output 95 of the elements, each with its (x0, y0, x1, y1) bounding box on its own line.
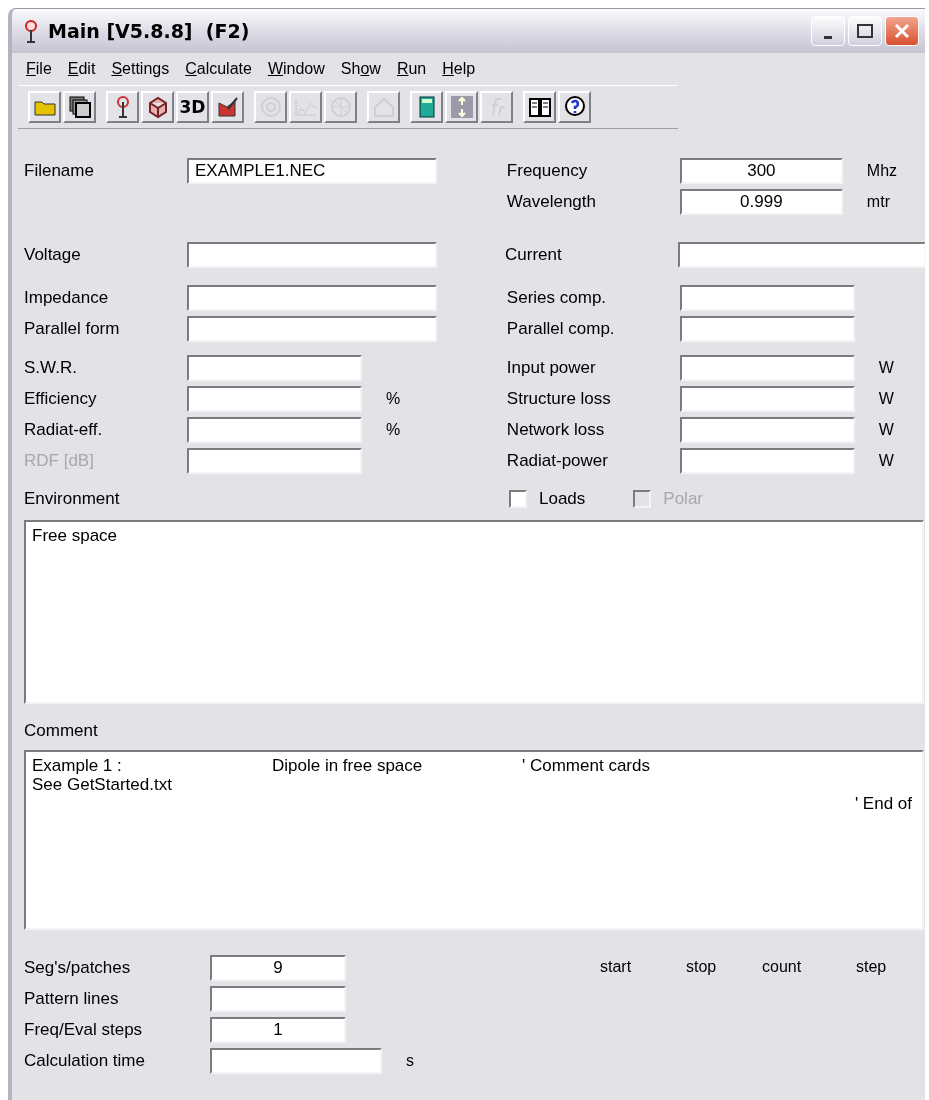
menu-item[interactable]: Settings (103, 60, 178, 78)
toolbar-button[interactable] (558, 91, 591, 123)
text-field[interactable] (679, 416, 855, 443)
field-label: Structure loss (506, 388, 612, 409)
minimize-icon (824, 35, 832, 39)
unit-label: W (878, 389, 894, 408)
comment-text: ' End of (854, 794, 912, 813)
field-label: Series comp. (506, 287, 608, 308)
unit-label: mtr (866, 192, 890, 211)
environment-text-area[interactable]: Free space (24, 520, 924, 704)
menu-item[interactable]: File (18, 60, 60, 78)
text-field[interactable] (187, 241, 437, 268)
unit-label: W (878, 420, 894, 439)
text-field[interactable] (210, 985, 346, 1012)
text-field[interactable]: EXAMPLE1.NEC (187, 157, 437, 184)
text-field[interactable]: 300 (679, 157, 843, 184)
comment-text-area[interactable]: Example 1 : Dipole in free space ' Comment cards See GetStarted.txt ' End of (24, 750, 924, 930)
antenna-icon (22, 19, 40, 43)
menu-item[interactable]: Run (388, 60, 435, 78)
field-label: Radiat-power (506, 450, 609, 471)
close-icon (894, 23, 910, 39)
toolbar-button[interactable] (211, 91, 244, 123)
toolbar-button[interactable] (410, 91, 443, 123)
comment-text: Example 1 : (32, 756, 123, 775)
field-label: Current (505, 244, 563, 265)
text-field[interactable] (187, 354, 362, 381)
unit-label: Mhz (866, 161, 898, 180)
chart-pencil-icon (215, 95, 240, 119)
comment-text: Dipole in free space (272, 756, 424, 775)
field-label: Parallel form (24, 318, 121, 339)
column-heading: start (600, 958, 633, 976)
maximize-icon (857, 24, 873, 38)
field-label: Parallel comp. (506, 318, 616, 339)
maximize-button[interactable] (848, 16, 882, 46)
text-field[interactable] (187, 385, 362, 412)
field-label: Network loss (506, 419, 606, 440)
toolbar-button[interactable] (141, 91, 174, 123)
field-label: Seg's/patches (24, 957, 132, 978)
field-label: Freq/Eval steps (24, 1019, 144, 1040)
field-label: Voltage (24, 244, 82, 265)
field-label: Impedance (24, 287, 110, 308)
toolbar-button[interactable] (523, 91, 556, 123)
menu-item[interactable]: Window (259, 60, 333, 78)
close-button[interactable] (885, 16, 919, 46)
menu-item[interactable]: Calculate (177, 60, 260, 78)
environment-text: Free space (32, 526, 118, 545)
text-field[interactable] (679, 284, 855, 311)
help-icon (562, 95, 587, 119)
field-label: Radiat-eff. (24, 419, 104, 440)
text-field[interactable]: 1 (210, 1016, 346, 1043)
text-field[interactable] (679, 385, 855, 412)
unit-label: W (878, 451, 894, 470)
field-label: Pattern lines (24, 988, 120, 1009)
field-label: S.W.R. (24, 357, 78, 378)
text-field[interactable] (679, 315, 855, 342)
section-label: Environment (24, 489, 121, 509)
comment-text: See GetStarted.txt (32, 775, 172, 794)
field-label: RDF [dB] (24, 450, 95, 471)
window-title: Main [V5.8.8] (F2) (48, 20, 251, 42)
text-field[interactable] (679, 447, 855, 474)
text-field[interactable] (187, 284, 437, 311)
unit-label: % (386, 420, 401, 439)
comment-text: ' Comment cards (522, 756, 650, 775)
text-field[interactable] (678, 241, 925, 268)
unit-label: s (406, 1051, 414, 1070)
section-label: Comment (24, 721, 99, 741)
unit-label: W (878, 358, 894, 377)
text-field[interactable] (210, 1047, 382, 1074)
field-label: Efficiency (24, 388, 98, 409)
unit-label: % (386, 389, 401, 408)
text-field[interactable] (187, 447, 362, 474)
column-heading: count (762, 958, 803, 976)
field-label: Calculation time (24, 1050, 146, 1071)
toolbar-button[interactable] (106, 91, 139, 123)
book-icon (527, 95, 552, 119)
text-field[interactable]: 0.999 (679, 188, 843, 215)
toolbar-button[interactable] (63, 91, 96, 123)
field-label: Frequency (506, 160, 589, 181)
windows-icon (67, 95, 92, 119)
menu-item[interactable]: Edit (59, 60, 104, 78)
arrows-icon (449, 95, 474, 119)
column-heading: stop (686, 958, 718, 976)
menu-item[interactable]: Show (332, 60, 389, 78)
field-label: Filename (24, 160, 95, 181)
text-field[interactable] (187, 315, 437, 342)
field-label: Wavelength (506, 191, 597, 212)
column-heading: step (856, 958, 888, 976)
field-label: Input power (506, 357, 597, 378)
text-field[interactable] (187, 416, 362, 443)
checkbox[interactable]: Loads (509, 489, 586, 509)
minimize-button[interactable] (811, 16, 845, 46)
toolbar-button[interactable]: 3D (176, 91, 209, 123)
text-field[interactable] (679, 354, 855, 381)
menu-item[interactable]: Help (434, 60, 484, 78)
text-field[interactable]: 9 (210, 954, 346, 981)
